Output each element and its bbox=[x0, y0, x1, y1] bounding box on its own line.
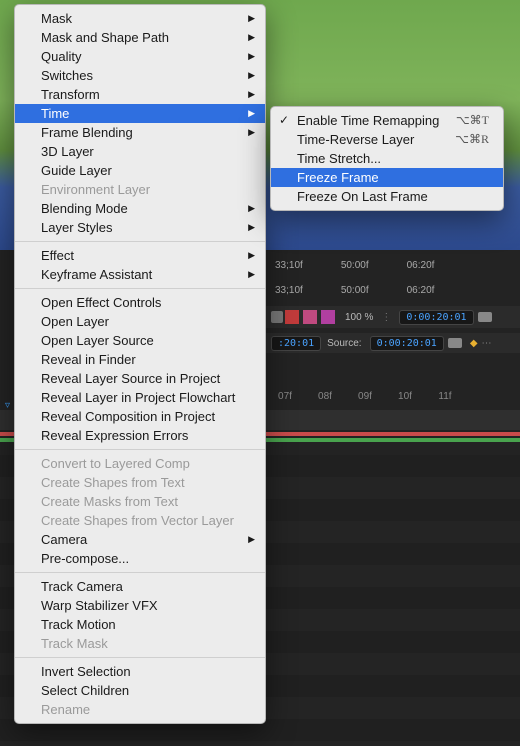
frame-tick: 08f bbox=[305, 391, 345, 402]
menu-separator bbox=[15, 288, 265, 289]
submenu-item-enable-time-remapping[interactable]: Enable Time Remapping ⌥⌘T bbox=[271, 111, 503, 130]
submenu-item-freeze-frame[interactable]: Freeze Frame bbox=[271, 168, 503, 187]
submenu-label: Time Stretch... bbox=[297, 151, 381, 166]
time-submenu: Enable Time Remapping ⌥⌘T Time-Reverse Lay… bbox=[270, 106, 504, 211]
menu-item-effect[interactable]: Effect bbox=[15, 246, 265, 265]
menu-item-reveal-composition-in-project[interactable]: Reveal Composition in Project bbox=[15, 407, 265, 426]
menu-item-track-camera[interactable]: Track Camera bbox=[15, 577, 265, 596]
label-swatch-pink[interactable] bbox=[303, 310, 317, 324]
frame-tick: 11f bbox=[425, 391, 465, 402]
menu-item-frame-blending[interactable]: Frame Blending bbox=[15, 123, 265, 142]
submenu-label: Time-Reverse Layer bbox=[297, 132, 414, 147]
menu-separator bbox=[15, 449, 265, 450]
submenu-label: Freeze Frame bbox=[297, 170, 379, 185]
label-swatch-magenta[interactable] bbox=[321, 310, 335, 324]
source-row: :20:01 Source: 0:00:20:01 ◆ ⋯ bbox=[265, 333, 520, 353]
menu-item-pre-compose[interactable]: Pre-compose... bbox=[15, 549, 265, 568]
menu-item-create-shapes-from-text: Create Shapes from Text bbox=[15, 473, 265, 492]
shortcut-label: ⌥⌘R bbox=[455, 132, 489, 147]
color-icon[interactable]: ◆ bbox=[470, 338, 478, 349]
zoom-percent[interactable]: 100 % bbox=[345, 312, 373, 323]
camera-icon[interactable] bbox=[448, 338, 462, 348]
menu-item-switches[interactable]: Switches bbox=[15, 66, 265, 85]
expand-icon[interactable]: ⋮ bbox=[381, 312, 391, 323]
menu-item-rename: Rename bbox=[15, 700, 265, 719]
in-time[interactable]: :20:01 bbox=[271, 336, 321, 351]
ruler-tick: 33;10f bbox=[275, 260, 303, 271]
menu-item-create-masks-from-text: Create Masks from Text bbox=[15, 492, 265, 511]
menu-item-transform[interactable]: Transform bbox=[15, 85, 265, 104]
timeline-toolbar: 100 % ⋮ 0:00:20:01 bbox=[265, 306, 520, 328]
menu-item-open-layer-source[interactable]: Open Layer Source bbox=[15, 331, 265, 350]
menu-item-select-children[interactable]: Select Children bbox=[15, 681, 265, 700]
submenu-item-freeze-on-last-frame[interactable]: Freeze On Last Frame bbox=[271, 187, 503, 206]
layer-context-menu: MaskMask and Shape PathQualitySwitchesTr… bbox=[14, 4, 266, 724]
menu-item-mask[interactable]: Mask bbox=[15, 9, 265, 28]
menu-item-convert-to-layered-comp: Convert to Layered Comp bbox=[15, 454, 265, 473]
time-ruler-1[interactable]: 33;10f 50:00f 06:20f bbox=[265, 255, 520, 275]
more-icon[interactable]: ⋯ bbox=[482, 338, 492, 349]
menu-item-blending-mode[interactable]: Blending Mode bbox=[15, 199, 265, 218]
menu-item-3d-layer[interactable]: 3D Layer bbox=[15, 142, 265, 161]
menu-item-reveal-in-finder[interactable]: Reveal in Finder bbox=[15, 350, 265, 369]
menu-item-guide-layer[interactable]: Guide Layer bbox=[15, 161, 265, 180]
menu-item-track-motion[interactable]: Track Motion bbox=[15, 615, 265, 634]
ruler-tick: 06:20f bbox=[407, 260, 435, 271]
menu-separator bbox=[15, 572, 265, 573]
ruler-tick: 33;10f bbox=[275, 285, 303, 296]
submenu-item-time-reverse-layer[interactable]: Time-Reverse Layer ⌥⌘R bbox=[271, 130, 503, 149]
menu-item-time[interactable]: Time bbox=[15, 104, 265, 123]
menu-item-reveal-layer-in-project-flowchart[interactable]: Reveal Layer in Project Flowchart bbox=[15, 388, 265, 407]
ruler-tick: 50:00f bbox=[341, 260, 369, 271]
current-time-display[interactable]: 0:00:20:01 bbox=[399, 310, 473, 325]
menu-item-reveal-expression-errors[interactable]: Reveal Expression Errors bbox=[15, 426, 265, 445]
snapshot-icon[interactable] bbox=[478, 312, 492, 322]
source-label: Source: bbox=[327, 338, 361, 349]
menu-item-quality[interactable]: Quality bbox=[15, 47, 265, 66]
menu-item-open-effect-controls[interactable]: Open Effect Controls bbox=[15, 293, 265, 312]
frame-tick: 07f bbox=[265, 391, 305, 402]
menu-item-warp-stabilizer-vfx[interactable]: Warp Stabilizer VFX bbox=[15, 596, 265, 615]
submenu-label: Enable Time Remapping bbox=[297, 113, 439, 128]
menu-item-open-layer[interactable]: Open Layer bbox=[15, 312, 265, 331]
menu-item-keyframe-assistant[interactable]: Keyframe Assistant bbox=[15, 265, 265, 284]
time-ruler-2[interactable]: 33;10f 50:00f 06:20f bbox=[265, 280, 520, 300]
menu-item-environment-layer: Environment Layer bbox=[15, 180, 265, 199]
menu-item-layer-styles[interactable]: Layer Styles bbox=[15, 218, 265, 237]
menu-separator bbox=[15, 241, 265, 242]
submenu-item-time-stretch[interactable]: Time Stretch... bbox=[271, 149, 503, 168]
submenu-label: Freeze On Last Frame bbox=[297, 189, 428, 204]
frame-tick: 10f bbox=[385, 391, 425, 402]
shortcut-label: ⌥⌘T bbox=[456, 113, 489, 128]
frame-ruler[interactable]: 07f 08f 09f 10f 11f bbox=[265, 388, 520, 404]
frame-tick: 09f bbox=[345, 391, 385, 402]
menu-separator bbox=[15, 657, 265, 658]
menu-item-track-mask: Track Mask bbox=[15, 634, 265, 653]
toggle-icon[interactable] bbox=[271, 311, 283, 323]
menu-item-mask-and-shape-path[interactable]: Mask and Shape Path bbox=[15, 28, 265, 47]
label-swatch-red[interactable] bbox=[285, 310, 299, 324]
source-time[interactable]: 0:00:20:01 bbox=[370, 336, 444, 351]
ruler-tick: 06:20f bbox=[407, 285, 435, 296]
ruler-tick: 50:00f bbox=[341, 285, 369, 296]
menu-item-reveal-layer-source-in-project[interactable]: Reveal Layer Source in Project bbox=[15, 369, 265, 388]
menu-item-create-shapes-from-vector-layer: Create Shapes from Vector Layer bbox=[15, 511, 265, 530]
menu-item-invert-selection[interactable]: Invert Selection bbox=[15, 662, 265, 681]
menu-item-camera[interactable]: Camera bbox=[15, 530, 265, 549]
